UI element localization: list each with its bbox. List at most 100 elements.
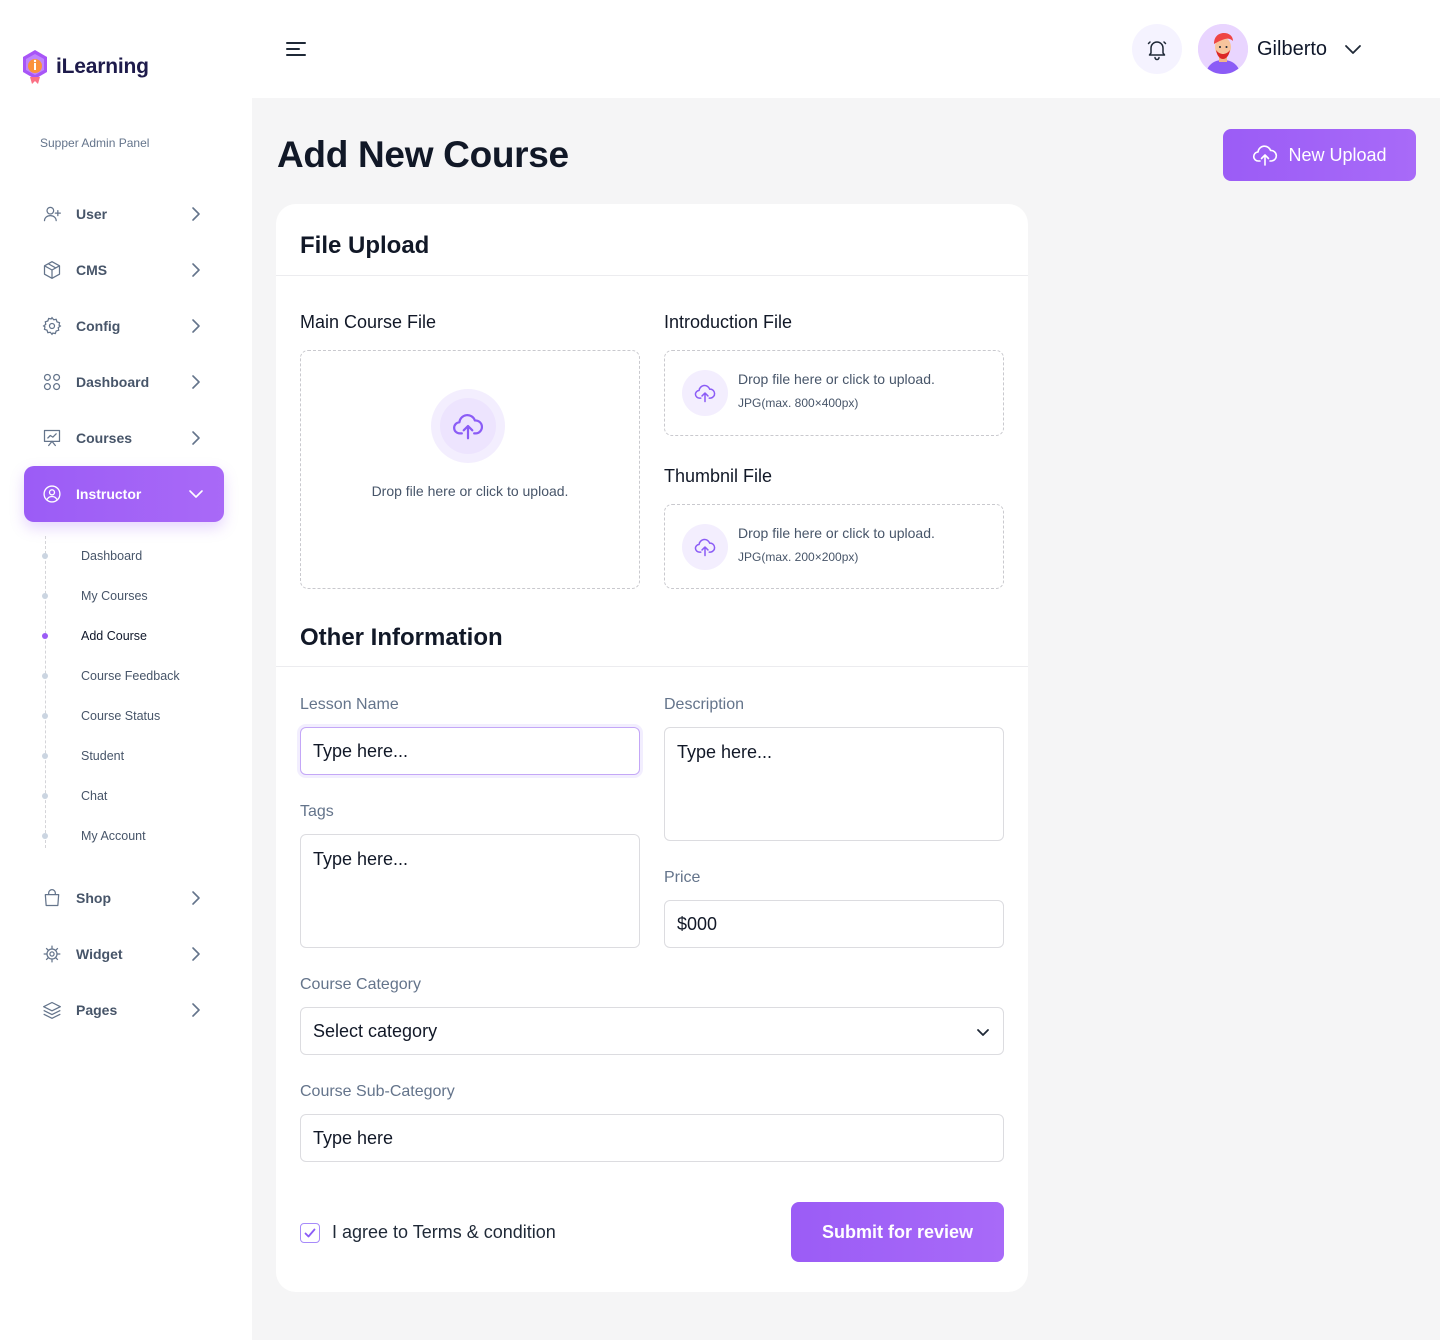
lesson-name-input[interactable]: Type here...: [300, 727, 640, 775]
panel-label: Supper Admin Panel: [40, 136, 150, 150]
introduction-file-dropzone[interactable]: Drop file here or click to upload. JPG(m…: [664, 350, 1004, 436]
dropzone-text: Drop file here or click to upload.: [371, 483, 569, 499]
main-course-file-label: Main Course File: [300, 312, 437, 332]
section-divider: [276, 275, 1028, 276]
price-value: $000: [677, 913, 718, 934]
sidebar-item-label: Instructor: [76, 486, 142, 502]
description-textarea[interactable]: Type here...: [664, 727, 1004, 841]
shopping-bag-icon: [42, 888, 62, 908]
upload-icon-circle: [431, 389, 505, 463]
terms-label: I agree to Terms & condition: [332, 1222, 556, 1242]
sidebar-item-shop[interactable]: Shop: [24, 870, 224, 926]
chevron-right-icon: [192, 375, 200, 389]
sidebar-item-cms[interactable]: CMS: [24, 242, 224, 298]
chevron-right-icon: [192, 207, 200, 221]
submenu-item-course-status[interactable]: Course Status: [24, 696, 224, 736]
submenu-dot: [42, 793, 48, 799]
course-sub-category-input[interactable]: Type here: [300, 1114, 1004, 1162]
sidebar-item-pages[interactable]: Pages: [24, 982, 224, 1038]
tags-label: Tags: [300, 803, 334, 820]
submenu-item-label: Add Course: [81, 629, 148, 643]
submenu-dot: [42, 833, 48, 839]
section-divider: [276, 666, 1028, 667]
submenu-dot: [42, 593, 48, 599]
submenu-item-label: Course Feedback: [81, 669, 180, 683]
sidebar-item-courses[interactable]: Courses: [24, 410, 224, 466]
introduction-file-label: Introduction File: [664, 312, 793, 332]
sidebar-item-widget[interactable]: Widget: [24, 926, 224, 982]
submenu-item-label: My Courses: [81, 589, 148, 603]
thumbnail-file-label: Thumbnil File: [664, 466, 773, 486]
file-upload-title: File Upload: [300, 232, 430, 259]
course-sub-category-placeholder: Type here: [313, 1127, 394, 1148]
submenu-item-label: Dashboard: [81, 549, 143, 563]
dropzone-hint: JPG(max. 200×200px): [738, 550, 859, 564]
submenu-item-student[interactable]: Student: [24, 736, 224, 776]
widget-gear-icon: [42, 944, 62, 964]
submenu-item-chat[interactable]: Chat: [24, 776, 224, 816]
course-form-card: File Upload Main Course File Drop file h…: [276, 204, 1028, 1292]
new-upload-button[interactable]: New Upload: [1223, 129, 1416, 181]
chevron-right-icon: [192, 891, 200, 905]
upload-icon-circle: [682, 524, 728, 570]
submenu-dot: [42, 633, 48, 639]
page-title: Add New Course: [277, 134, 569, 175]
terms-checkbox[interactable]: [300, 1222, 320, 1243]
check-icon: [304, 1228, 316, 1237]
submenu-item-label: Course Status: [81, 709, 161, 723]
thumbnail-file-dropzone[interactable]: Drop file here or click to upload. JPG(m…: [664, 504, 1004, 589]
main-content: Add New Course New Upload File Upload Ma…: [252, 98, 1440, 1340]
submenu-item-my-account[interactable]: My Account: [24, 816, 224, 856]
sidebar-item-label: Courses: [76, 430, 133, 446]
price-input[interactable]: $000: [664, 900, 1004, 948]
submenu-item-dashboard[interactable]: Dashboard: [24, 536, 224, 576]
sidebar-item-label: CMS: [76, 262, 108, 278]
description-label: Description: [664, 696, 745, 713]
submenu-item-label: My Account: [81, 829, 146, 843]
dropzone-text: Drop file here or click to upload.: [738, 371, 935, 387]
notification-button[interactable]: [1132, 24, 1182, 74]
submenu-item-my-courses[interactable]: My Courses: [24, 576, 224, 616]
main-course-file-dropzone[interactable]: Drop file here or click to upload.: [300, 350, 640, 589]
description-placeholder: Type here...: [677, 742, 773, 762]
sidebar-item-label: Config: [76, 318, 121, 334]
sidebar-item-label: Shop: [76, 890, 111, 906]
lesson-name-placeholder: Type here...: [313, 740, 409, 761]
upload-icon-inner: [440, 398, 496, 454]
price-label: Price: [664, 869, 701, 886]
chevron-down-icon: [1345, 45, 1361, 54]
submit-for-review-button[interactable]: Submit for review: [791, 1202, 1004, 1262]
new-upload-label: New Upload: [1288, 144, 1387, 165]
gear-icon: [42, 316, 62, 336]
avatar: [1198, 24, 1248, 74]
sidebar-item-label: User: [76, 206, 108, 222]
hamburger-menu-icon[interactable]: [284, 38, 308, 60]
tags-textarea[interactable]: Type here...: [300, 834, 640, 948]
chevron-down-icon: [189, 490, 203, 498]
user-circle-icon: [42, 484, 62, 504]
sidebar-item-dashboard[interactable]: Dashboard: [24, 354, 224, 410]
instructor-submenu: Dashboard My Courses Add Course Course F…: [24, 522, 224, 870]
terms-agreement[interactable]: I agree to Terms & condition: [300, 1222, 556, 1243]
sidebar: iLearning Supper Admin Panel User CMS Co…: [0, 0, 252, 1340]
submenu-dot: [42, 753, 48, 759]
layers-icon: [42, 1000, 62, 1020]
cloud-upload-icon: [453, 414, 484, 440]
sidebar-item-config[interactable]: Config: [24, 298, 224, 354]
sidebar-item-instructor[interactable]: Instructor: [24, 466, 224, 522]
sidebar-item-user[interactable]: User: [24, 186, 224, 242]
course-sub-category-label: Course Sub-Category: [300, 1083, 455, 1100]
course-category-select[interactable]: Select category: [300, 1007, 1004, 1055]
sidebar-nav: User CMS Config Dashboard Courses Instru…: [24, 186, 224, 1038]
submenu-item-course-feedback[interactable]: Course Feedback: [24, 656, 224, 696]
chevron-right-icon: [192, 263, 200, 277]
user-menu[interactable]: Gilberto: [1198, 24, 1363, 74]
brand-logo[interactable]: iLearning: [20, 48, 149, 86]
cloud-upload-icon: [1253, 145, 1278, 166]
upload-icon-circle: [682, 370, 728, 416]
submenu-item-add-course[interactable]: Add Course: [24, 616, 224, 656]
lesson-name-label: Lesson Name: [300, 696, 399, 713]
cloud-upload-icon: [694, 384, 716, 403]
dropzone-hint: JPG(max. 800×400px): [738, 396, 859, 410]
grid-icon: [42, 372, 62, 392]
